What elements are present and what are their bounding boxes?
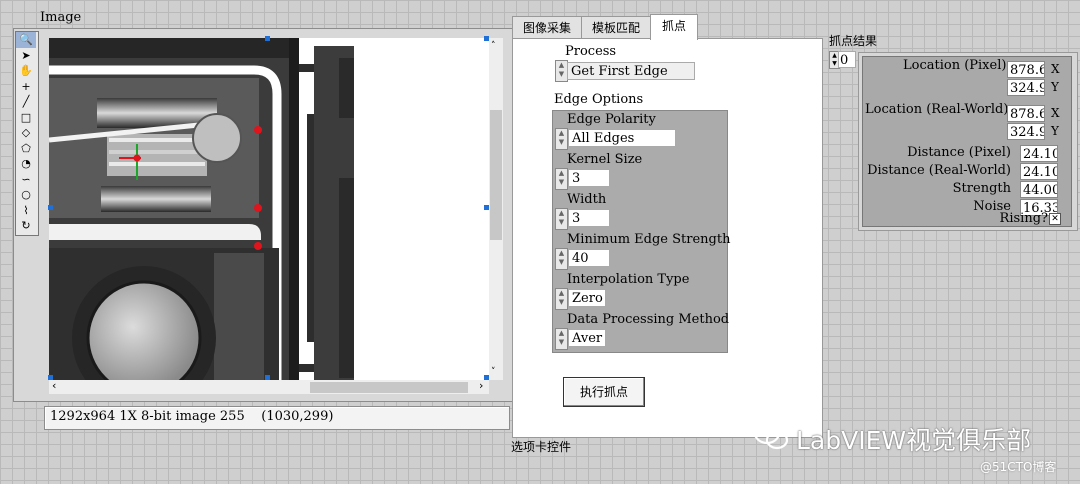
location-world-x-label: X (1051, 106, 1060, 120)
tab-edge-grab[interactable]: 抓点 (650, 14, 698, 40)
location-pixel-x: 878.60 (1007, 61, 1045, 78)
selection-handle[interactable] (48, 205, 53, 210)
rising-label: Rising? (999, 211, 1048, 226)
oval-icon[interactable]: ○ (16, 187, 36, 203)
process-ring[interactable]: Get First Edge (567, 62, 695, 80)
tab-template-matching[interactable]: 模板匹配 (581, 16, 651, 39)
execute-edge-grab-button[interactable]: 执行抓点 (563, 377, 645, 407)
interpolation-type-field[interactable]: Zero (568, 289, 606, 307)
crosshair-icon[interactable]: + (16, 79, 36, 95)
wechat-icon (753, 421, 789, 450)
annulus-icon[interactable]: ◔ (16, 156, 36, 172)
strength-label: Strength (952, 181, 1011, 196)
rotate-icon[interactable]: ↻ (16, 218, 36, 234)
zoom-icon[interactable]: 🔍 (16, 32, 36, 48)
location-world-y-label: Y (1051, 124, 1059, 138)
distance-world-label: Distance (Real-World) (867, 163, 1011, 178)
tab-image-acquisition[interactable]: 图像采集 (512, 16, 582, 39)
location-world-label: Location (Real-World) (865, 102, 1009, 117)
freehand-icon[interactable]: ∽ (16, 172, 36, 188)
pan-hand-icon[interactable]: ✋ (16, 63, 36, 79)
location-world-y: 324.90 (1007, 123, 1045, 140)
data-processing-method-field[interactable]: Aver (568, 329, 606, 347)
edge-polarity-arrows[interactable]: ▲ ▼ (555, 128, 568, 150)
scroll-right-icon[interactable]: › (479, 379, 483, 392)
kernel-size-arrows[interactable]: ▲ ▼ (555, 168, 568, 190)
location-pixel-x-label: X (1051, 62, 1060, 76)
selection-handle[interactable] (265, 36, 270, 41)
rectangle-icon[interactable]: □ (16, 110, 36, 126)
location-pixel-y-label: Y (1051, 80, 1059, 94)
watermark-site: @51CTO博客 (980, 460, 1057, 474)
scroll-down-icon[interactable]: ˅ (491, 367, 496, 377)
width-arrows[interactable]: ▲ ▼ (555, 208, 568, 230)
edge-polarity-field[interactable]: All Edges (568, 129, 676, 147)
arrow-icon[interactable]: ➤ (16, 48, 36, 64)
image-status-text: 1292x964 1X 8-bit image 255 (1030,299) (50, 409, 334, 424)
watermark-brand: LabVIEW视觉俱乐部 (796, 426, 1032, 455)
data-processing-method-arrows[interactable]: ▲ ▼ (555, 328, 568, 350)
strength-value: 44.00 (1020, 181, 1058, 198)
rising-checkbox[interactable]: ✕ (1049, 213, 1061, 225)
results-label: 抓点结果 (829, 34, 878, 48)
image-status-bar: 1292x964 1X 8-bit image 255 (1030,299) (44, 406, 510, 430)
location-pixel-y: 324.90 (1007, 79, 1045, 96)
location-world-x: 878.60 (1007, 105, 1045, 122)
line-icon[interactable]: ╱ (16, 94, 36, 110)
distance-pixel-label: Distance (Pixel) (907, 145, 1011, 160)
min-edge-strength-label: Minimum Edge Strength (567, 232, 731, 247)
image-tool-palette: 🔍 ➤ ✋ + ╱ □ ◇ ⬠ ◔ ∽ ○ ⌇ ↻ (15, 31, 39, 236)
interpolation-type-arrows[interactable]: ▲ ▼ (555, 288, 568, 310)
kernel-size-field[interactable]: 3 (568, 169, 610, 187)
rotated-rectangle-icon[interactable]: ◇ (16, 125, 36, 141)
data-processing-method-label: Data Processing Method (567, 312, 730, 327)
scroll-up-icon[interactable]: ˄ (491, 41, 496, 51)
scroll-left-icon[interactable]: ‹ (52, 379, 56, 392)
distance-pixel-value: 24.10 (1020, 145, 1058, 162)
distance-world-value: 24.10 (1020, 163, 1058, 180)
tab-control-caption: 选项卡控件 (511, 440, 572, 454)
width-field[interactable]: 3 (568, 209, 610, 227)
min-edge-strength-arrows[interactable]: ▲ ▼ (555, 248, 568, 270)
process-label: Process (565, 44, 617, 59)
image-display-label: Image (40, 10, 82, 25)
location-pixel-label: Location (Pixel) (903, 58, 1007, 73)
camera-image (49, 38, 489, 380)
min-edge-strength-field[interactable]: 40 (568, 249, 610, 267)
image-canvas[interactable] (49, 38, 489, 380)
edge-options-label: Edge Options (554, 92, 644, 107)
polygon-icon[interactable]: ⬠ (16, 141, 36, 157)
vertical-scroll-thumb[interactable] (490, 110, 502, 240)
array-index-field[interactable]: 0 (838, 51, 856, 68)
horizontal-scroll-thumb[interactable] (310, 382, 468, 393)
edge-polarity-label: Edge Polarity (567, 112, 656, 127)
width-label: Width (567, 192, 607, 207)
interpolation-type-label: Interpolation Type (567, 272, 690, 287)
broken-line-icon[interactable]: ⌇ (16, 203, 36, 219)
kernel-size-label: Kernel Size (567, 152, 643, 167)
